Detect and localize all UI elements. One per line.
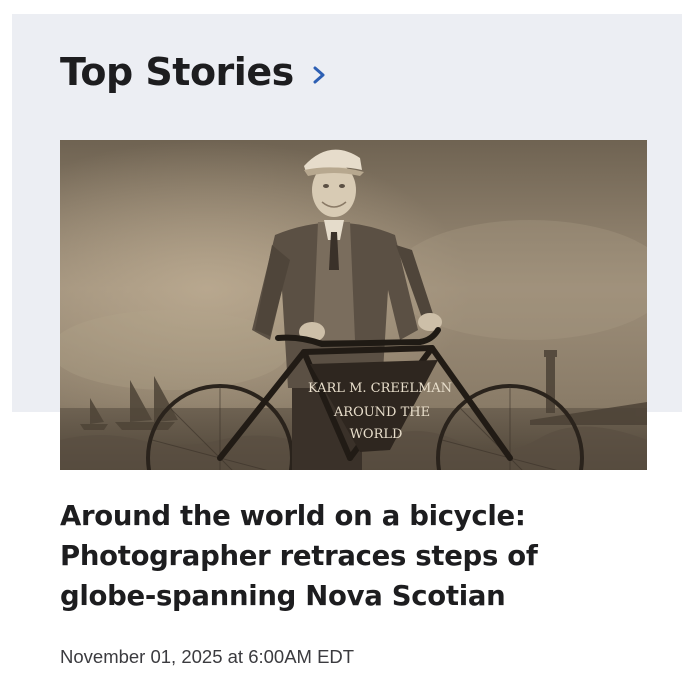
chevron-right-icon bbox=[312, 66, 326, 84]
story-headline[interactable]: Around the world on a bicycle: Photograp… bbox=[60, 496, 640, 616]
section-title: Top Stories bbox=[60, 50, 294, 94]
story-image[interactable]: KARL M. CREELMAN AROUND THE WORLD bbox=[60, 140, 647, 470]
top-stories-link[interactable]: Top Stories bbox=[60, 50, 326, 94]
image-caption-line-2: AROUND THE bbox=[333, 405, 430, 420]
image-caption-line-1: KARL M. CREELMAN bbox=[308, 381, 452, 396]
image-caption-line-3: WORLD bbox=[350, 427, 403, 442]
story-timestamp: November 01, 2025 at 6:00AM EDT bbox=[60, 646, 355, 667]
